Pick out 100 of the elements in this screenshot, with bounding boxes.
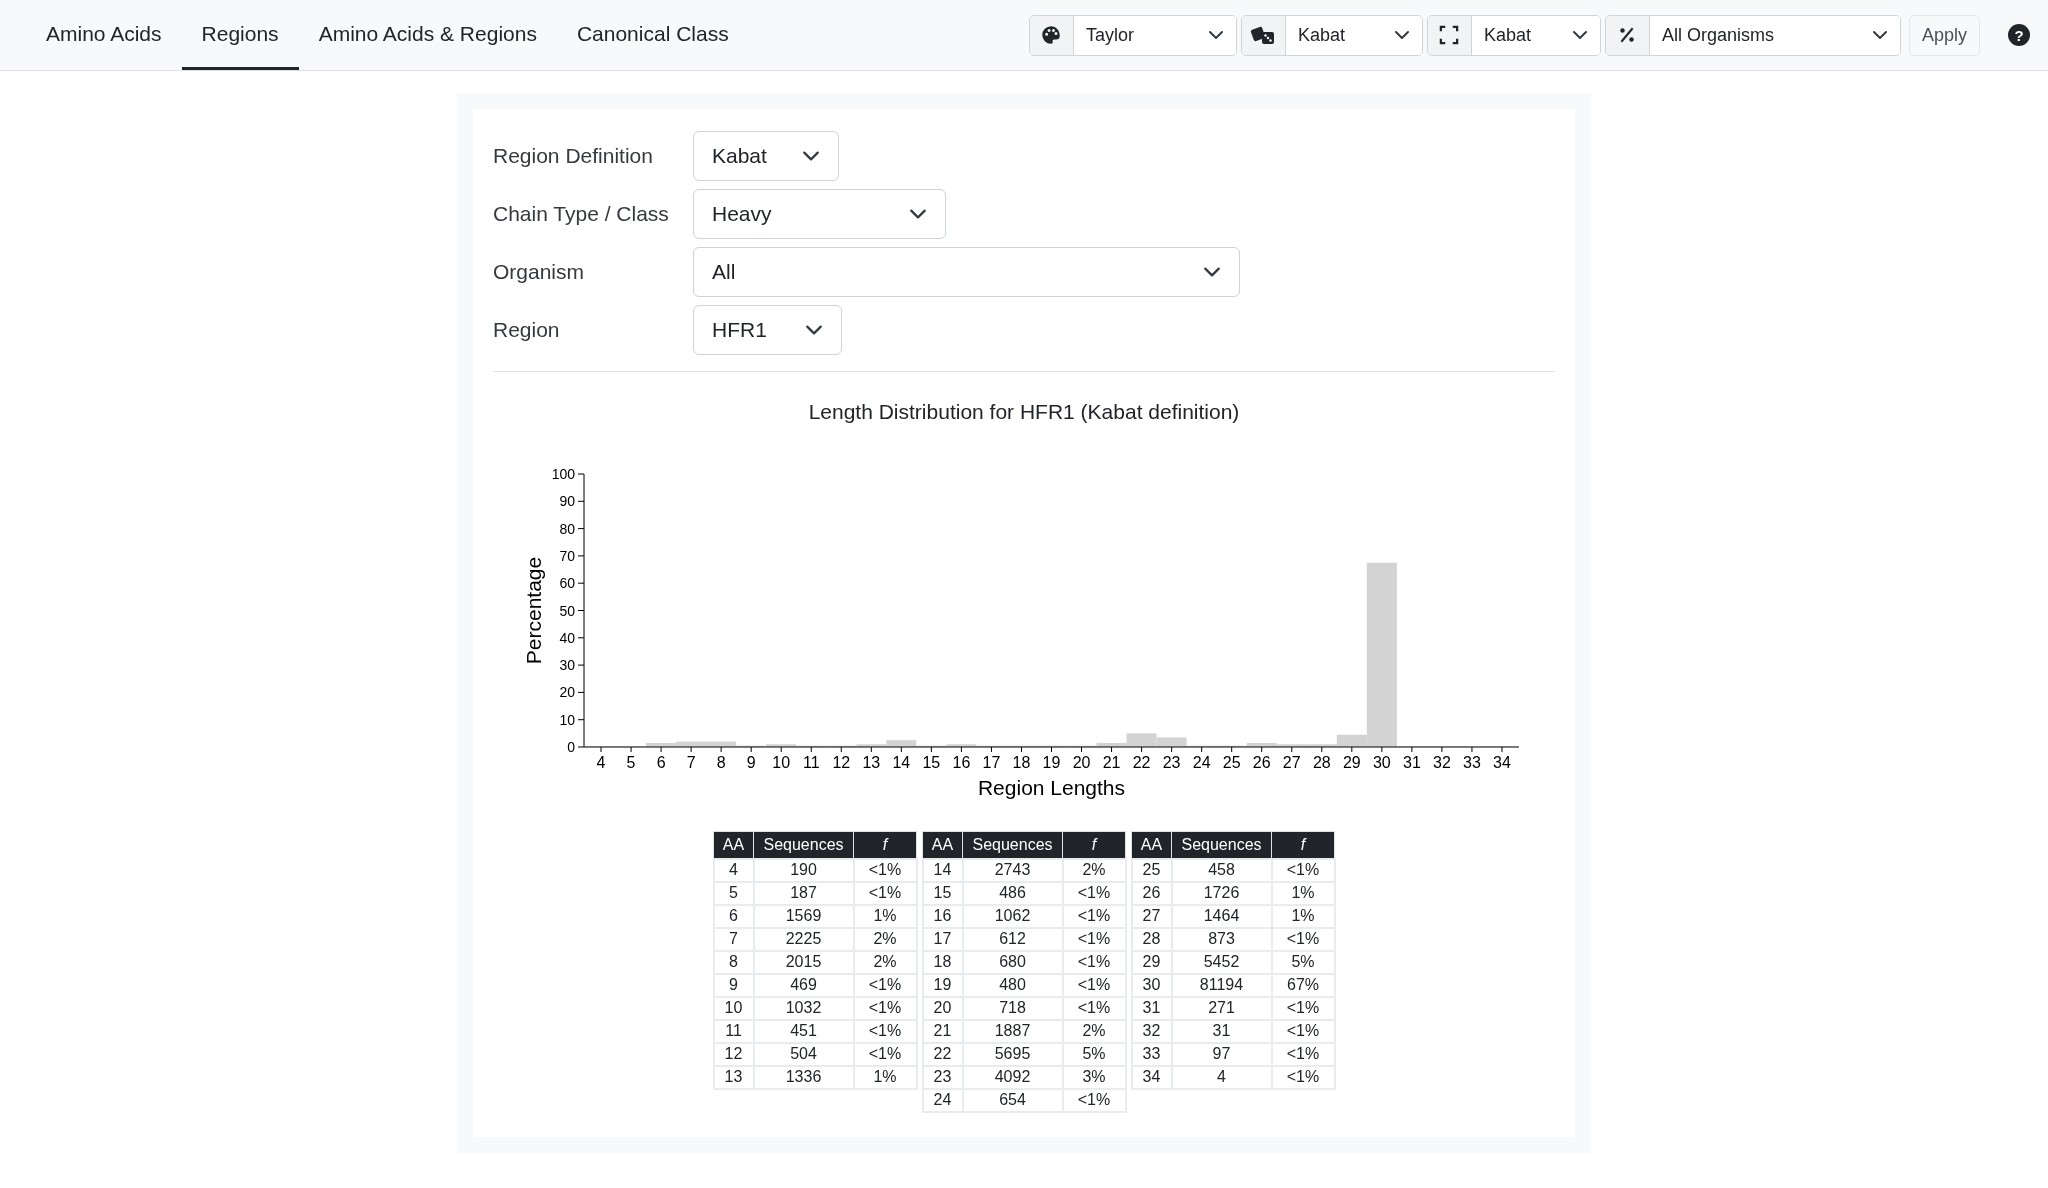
table-cell: 5% bbox=[1271, 950, 1335, 974]
y-axis-title: Percentage bbox=[522, 556, 545, 664]
table-cell: 31 bbox=[1171, 1019, 1272, 1043]
table-cell: <1% bbox=[1271, 927, 1335, 951]
table-cell: 4 bbox=[713, 858, 754, 882]
x-tick-label: 14 bbox=[892, 753, 911, 771]
table-cell: 13 bbox=[713, 1065, 754, 1089]
column-header: AA bbox=[1131, 831, 1172, 859]
table-cell: 27 bbox=[1131, 904, 1172, 928]
table-cell: 8 bbox=[713, 950, 754, 974]
table-cell: 2225 bbox=[753, 927, 854, 951]
y-tick-label: 70 bbox=[559, 547, 575, 564]
y-tick-label: 10 bbox=[559, 711, 575, 728]
x-tick-label: 13 bbox=[862, 753, 881, 771]
table-cell: 81194 bbox=[1171, 973, 1272, 997]
table-cell: 7 bbox=[713, 927, 754, 951]
table-cell: 1% bbox=[1271, 881, 1335, 905]
x-tick-label: 23 bbox=[1162, 753, 1181, 771]
x-tick-label: 18 bbox=[1012, 753, 1031, 771]
table-cell: <1% bbox=[1271, 1019, 1335, 1043]
table-cell: 5 bbox=[713, 881, 754, 905]
table-cell: <1% bbox=[1062, 1088, 1126, 1112]
table-cell: 2015 bbox=[753, 950, 854, 974]
x-tick-label: 28 bbox=[1312, 753, 1331, 771]
table-cell: <1% bbox=[1062, 996, 1126, 1020]
table-cell: <1% bbox=[1271, 858, 1335, 882]
table-cell: <1% bbox=[1062, 973, 1126, 997]
table-cell: 9 bbox=[713, 973, 754, 997]
x-tick-label: 24 bbox=[1192, 753, 1211, 771]
table-cell: 2% bbox=[1062, 858, 1126, 882]
field-label: Chain Type / Class bbox=[493, 201, 670, 228]
table-cell: 30 bbox=[1131, 973, 1172, 997]
x-tick-label: 33 bbox=[1463, 753, 1481, 771]
column-header: AA bbox=[713, 831, 754, 859]
y-tick-label: 30 bbox=[559, 656, 575, 673]
x-tick-label: 29 bbox=[1342, 753, 1361, 771]
table-cell: 1336 bbox=[753, 1065, 854, 1089]
table-cell: 67% bbox=[1271, 973, 1335, 997]
table-cell: 1062 bbox=[962, 904, 1063, 928]
x-tick-label: 12 bbox=[832, 753, 851, 771]
x-axis-title: Region Lengths bbox=[977, 775, 1126, 799]
x-tick-label: 25 bbox=[1222, 753, 1241, 771]
table-cell: 10 bbox=[713, 996, 754, 1020]
table-cell: 25 bbox=[1131, 858, 1172, 882]
x-tick-label: 7 bbox=[686, 753, 696, 771]
table-cell: 33 bbox=[1131, 1042, 1172, 1066]
column-header: Sequences bbox=[962, 831, 1063, 859]
table-cell: 22 bbox=[922, 1042, 963, 1066]
x-tick-label: 17 bbox=[982, 753, 1001, 771]
chart-title: Length Distribution for HFR1 (Kabat definition) bbox=[808, 399, 1240, 425]
table-cell: <1% bbox=[853, 1019, 917, 1043]
table-cell: 5452 bbox=[1171, 950, 1272, 974]
table-cell: <1% bbox=[853, 1042, 917, 1066]
column-header: AA bbox=[922, 831, 963, 859]
table-cell: 3% bbox=[1062, 1065, 1126, 1089]
table-cell: 26 bbox=[1131, 881, 1172, 905]
table-cell: 504 bbox=[753, 1042, 854, 1066]
table-cell: <1% bbox=[853, 858, 917, 882]
table-cell: 458 bbox=[1171, 858, 1272, 882]
x-tick-label: 5 bbox=[626, 753, 636, 771]
x-tick-label: 11 bbox=[802, 753, 820, 771]
table-cell: 1887 bbox=[962, 1019, 1063, 1043]
x-tick-label: 6 bbox=[656, 753, 666, 771]
x-tick-label: 15 bbox=[922, 753, 941, 771]
y-tick-label: 80 bbox=[559, 520, 575, 537]
table-cell: <1% bbox=[853, 881, 917, 905]
table-cell: 480 bbox=[962, 973, 1063, 997]
table-cell: 12 bbox=[713, 1042, 754, 1066]
table-cell: 190 bbox=[753, 858, 854, 882]
table-cell: 469 bbox=[753, 973, 854, 997]
table-cell: 451 bbox=[753, 1019, 854, 1043]
y-tick-label: 40 bbox=[559, 629, 575, 646]
x-tick-label: 34 bbox=[1493, 753, 1511, 771]
table-cell: 1% bbox=[853, 1065, 917, 1089]
table-cell: 23 bbox=[922, 1065, 963, 1089]
table-cell: 15 bbox=[922, 881, 963, 905]
column-header: f bbox=[1062, 831, 1126, 859]
x-tick-label: 10 bbox=[772, 753, 791, 771]
table-cell: 31 bbox=[1131, 996, 1172, 1020]
x-tick-label: 21 bbox=[1102, 753, 1121, 771]
table-cell: 32 bbox=[1131, 1019, 1172, 1043]
table-cell: 1032 bbox=[753, 996, 854, 1020]
table-cell: 1569 bbox=[753, 904, 854, 928]
table-cell: 24 bbox=[922, 1088, 963, 1112]
table-cell: <1% bbox=[853, 973, 917, 997]
x-tick-label: 19 bbox=[1042, 753, 1061, 771]
table-cell: 873 bbox=[1171, 927, 1272, 951]
y-tick-label: 100 bbox=[551, 465, 575, 482]
table-cell: 11 bbox=[713, 1019, 754, 1043]
table-cell: 14 bbox=[922, 858, 963, 882]
column-header: f bbox=[1271, 831, 1335, 859]
table-cell: 97 bbox=[1171, 1042, 1272, 1066]
table-cell: <1% bbox=[1271, 1042, 1335, 1066]
table-cell: 16 bbox=[922, 904, 963, 928]
y-tick-label: 20 bbox=[559, 683, 575, 700]
table-cell: 34 bbox=[1131, 1065, 1172, 1089]
field-label: Region bbox=[493, 317, 561, 344]
table-cell: 654 bbox=[962, 1088, 1063, 1112]
table-cell: 17 bbox=[922, 927, 963, 951]
table-cell: 29 bbox=[1131, 950, 1172, 974]
